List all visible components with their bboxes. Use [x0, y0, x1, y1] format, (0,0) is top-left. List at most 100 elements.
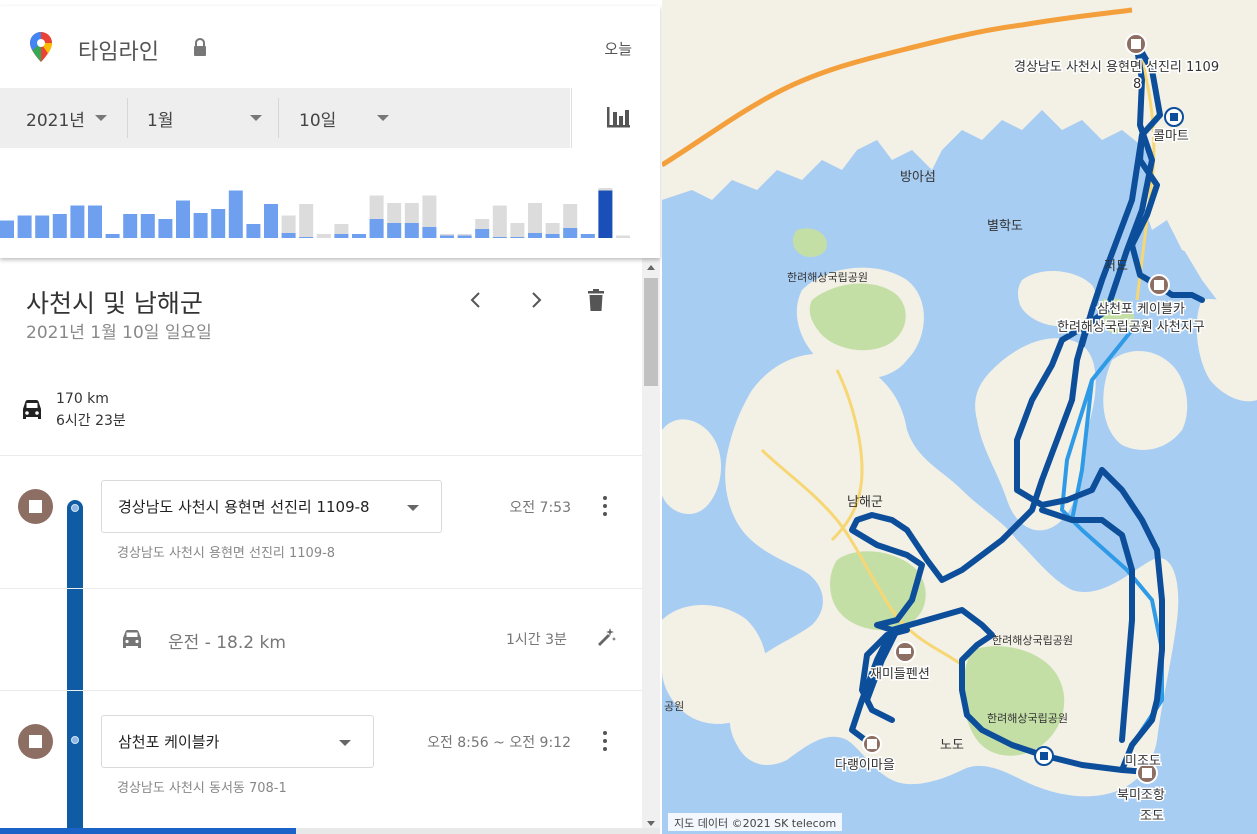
histogram-bar[interactable]: [404, 223, 419, 238]
histogram-bar[interactable]: [457, 235, 472, 239]
delete-day-icon[interactable]: [586, 288, 606, 312]
map-label-park-1: 한려해상국립공원: [787, 270, 868, 284]
histogram-bar-background[interactable]: [510, 223, 525, 238]
place-select-2[interactable]: 삼천포 케이블카: [101, 715, 374, 768]
edit-magic-wand-icon[interactable]: [596, 627, 616, 647]
map-label-nodo: 노도: [940, 738, 964, 753]
mart-marker-icon[interactable]: [1164, 107, 1184, 127]
scroll-up-icon[interactable]: [647, 265, 655, 270]
histogram-bar[interactable]: [369, 219, 384, 238]
histogram-bar[interactable]: [0, 220, 14, 239]
histogram-bar[interactable]: [281, 233, 296, 238]
timeline-panel: 타임라인 오늘 2021년 1월 10일 사천시 및 남해군 2021년 1월 …: [0, 0, 662, 834]
today-button[interactable]: 오늘: [604, 38, 632, 59]
histogram-bar[interactable]: [211, 209, 226, 238]
title-bar: 타임라인 오늘: [0, 6, 660, 88]
histogram-bar[interactable]: [563, 228, 578, 238]
scroll-down-icon[interactable]: [647, 821, 655, 826]
histogram-bar[interactable]: [35, 215, 50, 239]
histogram-bar[interactable]: [193, 213, 208, 238]
place-marker-icon: [18, 724, 53, 759]
loading-progress: [0, 828, 296, 834]
divider: [278, 98, 279, 138]
village-marker-icon[interactable]: [862, 734, 882, 754]
histogram-bar[interactable]: [528, 233, 542, 238]
histogram-bar[interactable]: [123, 214, 138, 238]
histogram-bar[interactable]: [422, 227, 437, 238]
scrollbar-thumb[interactable]: [644, 278, 658, 386]
place-name: 경상남도 사천시 용현면 선진리 1109-8: [118, 498, 370, 516]
more-options-icon[interactable]: [602, 496, 608, 518]
scrollbar[interactable]: [642, 258, 660, 834]
month-select[interactable]: 1월: [147, 88, 262, 148]
waypoint-marker-icon[interactable]: [1034, 746, 1054, 766]
month-value: 1월: [147, 110, 174, 131]
map-label-start-2: 8: [1133, 77, 1141, 92]
histogram-bar[interactable]: [545, 234, 560, 238]
histogram-bar[interactable]: [158, 219, 173, 238]
map-label-bangasum: 방아섬: [900, 170, 936, 185]
place-address: 경상남도 사천시 용현면 선진리 1109-8: [117, 546, 336, 561]
histogram-bar[interactable]: [228, 190, 243, 239]
histogram-bar-background[interactable]: [616, 235, 630, 239]
top-card: 타임라인 오늘 2021년 1월 10일: [0, 6, 660, 258]
histogram-bar[interactable]: [264, 204, 278, 238]
date-picker: 2021년 1월 10일: [0, 88, 570, 148]
histogram-bar-background[interactable]: [299, 204, 314, 238]
histogram-bar[interactable]: [334, 234, 349, 238]
start-marker-icon[interactable]: [1125, 33, 1147, 55]
day-select[interactable]: 10일: [299, 88, 389, 148]
next-day-icon[interactable]: [526, 288, 546, 312]
timeline-app: 타임라인 오늘 2021년 1월 10일 사천시 및 남해군 2021년 1월 …: [0, 0, 1257, 834]
map-label-park-edge: 공원: [664, 700, 684, 713]
year-value: 2021년: [26, 110, 85, 131]
drive-segment-label: 운전 - 18.2 km: [168, 628, 286, 653]
place-marker-icon: [18, 489, 53, 524]
previous-day-icon[interactable]: [466, 288, 486, 312]
maps-pin-icon: [30, 32, 52, 62]
histogram-bar-selected[interactable]: [598, 190, 613, 239]
histogram-bar[interactable]: [510, 237, 525, 238]
pension-marker-icon[interactable]: [894, 641, 916, 663]
histogram-bar-background[interactable]: [316, 234, 331, 238]
histogram-bar-background[interactable]: [528, 203, 542, 238]
divider: [127, 98, 128, 138]
map-label-jodo: 조도: [1140, 809, 1164, 824]
divider: [0, 455, 642, 456]
map-label-namhae: 남해군: [847, 495, 883, 510]
place-select-1[interactable]: 경상남도 사천시 용현면 선진리 1109-8: [101, 480, 442, 533]
histogram-bar[interactable]: [176, 200, 190, 239]
histogram-bar[interactable]: [440, 235, 454, 239]
more-options-icon[interactable]: [602, 731, 608, 753]
drive-duration: 1시간 3분: [506, 632, 567, 648]
histogram-bar[interactable]: [246, 224, 261, 238]
bar-chart-icon: [607, 107, 630, 128]
histogram-bar[interactable]: [299, 237, 314, 238]
histogram-toggle-button[interactable]: [571, 88, 660, 148]
map-label-jeodo: 저도: [1104, 259, 1128, 274]
page-title: 타임라인: [78, 40, 159, 65]
cablecar-marker-icon[interactable]: [1148, 274, 1170, 296]
map-view[interactable]: 경상남도 사천시 용현면 선진리 1109 경상남도 사천시 용현면 선진리 1…: [662, 0, 1257, 834]
chevron-down-icon: [250, 115, 262, 121]
histogram-bar[interactable]: [17, 215, 32, 239]
car-icon: [23, 400, 41, 419]
histogram-bar-background[interactable]: [492, 205, 507, 239]
histogram-bar[interactable]: [52, 214, 67, 238]
map-label-park-sacheon: 한려해상국립공원 사천지구: [1057, 320, 1205, 335]
histogram-bar[interactable]: [475, 229, 490, 238]
histogram-bar[interactable]: [88, 205, 102, 239]
histogram-bar[interactable]: [352, 234, 366, 238]
histogram-bar[interactable]: [105, 234, 120, 238]
map-label-village: 다랭이마을: [835, 758, 895, 773]
place-time: 오전 7:53: [509, 500, 571, 516]
histogram-bar[interactable]: [580, 234, 595, 238]
histogram-bar[interactable]: [492, 237, 507, 238]
place-name: 삼천포 케이블카: [118, 733, 220, 751]
histogram-bar[interactable]: [70, 205, 85, 239]
year-select[interactable]: 2021년: [26, 88, 126, 148]
map-label-pension: 재미들펜션: [870, 667, 930, 682]
histogram-bar[interactable]: [140, 214, 155, 238]
day-title: 사천시 및 남해군: [26, 289, 203, 318]
histogram-bar[interactable]: [387, 223, 402, 238]
